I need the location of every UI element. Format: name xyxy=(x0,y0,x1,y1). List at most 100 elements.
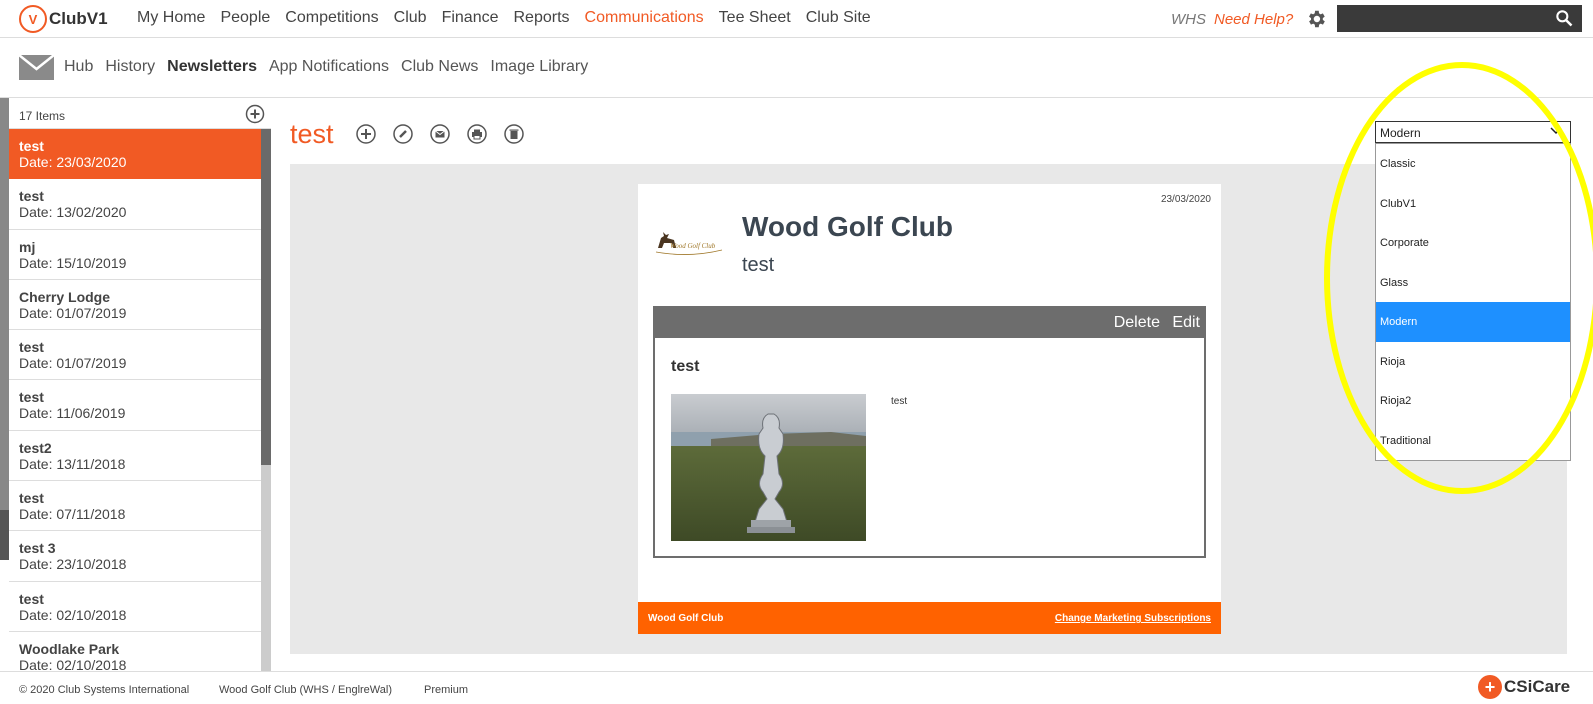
template-option-traditional[interactable]: Traditional xyxy=(1376,421,1570,461)
list-item[interactable]: test2 Date: 13/11/2018 xyxy=(9,431,261,482)
list-item-title: test xyxy=(19,339,44,356)
newsletter-toolbar: test xyxy=(290,118,525,150)
plus-icon: + xyxy=(1478,675,1502,699)
list-item-title: test xyxy=(19,590,44,607)
article-heading: test xyxy=(671,358,700,375)
list-item[interactable]: test Date: 23/03/2020 xyxy=(9,129,261,180)
template-select[interactable]: Modern xyxy=(1375,121,1571,143)
csicare-text: CSiCare xyxy=(1504,677,1571,696)
logo-badge: V xyxy=(19,5,47,33)
page-footer: © 2020 Club Systems International Wood G… xyxy=(0,671,1593,704)
nav-item-club[interactable]: Club xyxy=(394,9,427,27)
nav-item-my-home[interactable]: My Home xyxy=(137,9,205,27)
article-toolbar: Delete Edit xyxy=(655,308,1204,338)
list-item-date: Date: 23/03/2020 xyxy=(19,154,127,170)
list-item-date: Date: 11/06/2019 xyxy=(19,405,126,422)
list-item[interactable]: test Date: 01/07/2019 xyxy=(9,330,261,381)
csicare-logo[interactable]: + CSiCare xyxy=(1478,673,1570,701)
list-item[interactable]: test Date: 02/10/2018 xyxy=(9,582,261,632)
club-logo-text: Wood Golf Club xyxy=(670,242,716,250)
newsletter-title: test xyxy=(290,118,334,149)
template-select-value: Modern xyxy=(1380,126,1421,140)
list-item[interactable]: Woodlake Park Date: 02/10/2018 xyxy=(9,632,261,671)
list-item-title: test 3 xyxy=(19,540,56,557)
newsletter-subtitle: test xyxy=(742,254,775,276)
template-option-classic[interactable]: Classic xyxy=(1376,144,1570,184)
add-newsletter-icon[interactable] xyxy=(245,104,265,124)
delete-icon[interactable] xyxy=(503,123,525,145)
list-item[interactable]: Cherry Lodge Date: 01/07/2019 xyxy=(9,280,261,331)
nav-item-people[interactable]: People xyxy=(220,9,270,27)
list-item-title: test xyxy=(19,138,44,154)
list-item-date: Date: 13/02/2020 xyxy=(19,204,127,221)
article-body: test xyxy=(891,396,908,407)
list-header: 17 Items xyxy=(9,99,271,129)
email-icon[interactable] xyxy=(429,123,451,145)
communications-subnav: Hub History Newsletters App Notifications Cl… xyxy=(0,38,1593,98)
newsletter-list-pane: 17 Items test Date: 23/03/2020 test Date: 1… xyxy=(9,99,271,671)
item-count: 17 Items xyxy=(19,109,66,123)
template-option-clubv1[interactable]: ClubV1 xyxy=(1376,184,1570,224)
template-option-modern[interactable]: Modern xyxy=(1376,302,1570,342)
article-delete-button[interactable]: Delete xyxy=(1114,314,1160,331)
envelope-icon xyxy=(19,55,54,80)
list-item[interactable]: test Date: 13/02/2020 xyxy=(9,179,261,230)
subnav-item-app-notifications[interactable]: App Notifications xyxy=(269,58,389,75)
print-icon[interactable] xyxy=(466,123,488,145)
list-item-title: test xyxy=(19,188,44,205)
gear-icon[interactable] xyxy=(1305,8,1327,30)
nav-item-club-site[interactable]: Club Site xyxy=(806,9,871,27)
subnav-item-image-library[interactable]: Image Library xyxy=(490,58,588,75)
template-options-menu: Classic ClubV1 Corporate Glass Modern Rioja Ri… xyxy=(1375,143,1571,461)
list-item-date: Date: 02/10/2018 xyxy=(19,656,127,671)
newsletter-paper: 23/03/2020 Wood Golf Club Wood Golf Club… xyxy=(638,184,1221,634)
list-item-title: test2 xyxy=(19,439,52,456)
template-option-rioja[interactable]: Rioja xyxy=(1376,342,1570,382)
subnav-item-history[interactable]: History xyxy=(105,58,155,75)
list-item-date: Date: 01/07/2019 xyxy=(19,355,127,372)
nav-item-reports[interactable]: Reports xyxy=(513,9,569,27)
newsletter-date: 23/03/2020 xyxy=(1160,194,1211,205)
list-item-date: Date: 13/11/2018 xyxy=(19,455,126,472)
search-input[interactable] xyxy=(1343,8,1543,28)
clubv1-logo[interactable]: V ClubV1 xyxy=(19,4,108,34)
subnav-item-newsletters[interactable]: Newsletters xyxy=(167,58,257,75)
club-logo: Wood Golf Club xyxy=(655,232,723,255)
template-option-corporate[interactable]: Corporate xyxy=(1376,223,1570,263)
whs-label[interactable]: WHS xyxy=(1171,11,1206,28)
need-help-link[interactable]: Need Help? xyxy=(1214,11,1293,28)
list-item[interactable]: test 3 Date: 23/10/2018 xyxy=(9,531,261,582)
search-icon[interactable] xyxy=(1554,8,1574,28)
newsletter-footer-club: Wood Golf Club xyxy=(648,613,724,624)
add-icon[interactable] xyxy=(355,123,377,145)
list-scrollbar-thumb[interactable] xyxy=(261,129,271,465)
tier-text: Premium xyxy=(424,684,469,696)
newsletter-footer-bar: Wood Golf Club Change Marketing Subscrip… xyxy=(638,602,1221,634)
template-option-rioja2[interactable]: Rioja2 xyxy=(1376,381,1570,421)
nav-item-tee-sheet[interactable]: Tee Sheet xyxy=(719,9,791,27)
nav-item-finance[interactable]: Finance xyxy=(442,9,499,27)
edit-icon[interactable] xyxy=(392,123,414,145)
list-item-title: test xyxy=(19,490,44,507)
template-option-glass[interactable]: Glass xyxy=(1376,263,1570,303)
article-block: Delete Edit test test xyxy=(653,306,1206,558)
change-subscriptions-link[interactable]: Change Marketing Subscriptions xyxy=(1055,613,1211,624)
list-scroll: test Date: 23/03/2020 test Date: 13/02/2020… xyxy=(9,129,271,671)
list-item[interactable]: test Date: 11/06/2019 xyxy=(9,380,261,431)
list-item-date: Date: 07/11/2018 xyxy=(19,506,126,523)
list-item-title: Woodlake Park xyxy=(19,640,120,657)
list-item-date: Date: 02/10/2018 xyxy=(19,606,127,623)
logo-text: ClubV1 xyxy=(49,9,108,28)
club-info-text: Wood Golf Club (WHS / EnglreWal) xyxy=(219,684,392,696)
left-edge-bar-dark xyxy=(0,510,9,560)
nav-item-communications[interactable]: Communications xyxy=(585,9,704,27)
nav-item-competitions[interactable]: Competitions xyxy=(285,9,378,27)
subnav-item-club-news[interactable]: Club News xyxy=(401,58,478,75)
chevron-down-icon xyxy=(1550,127,1562,135)
copyright-text: © 2020 Club Systems International xyxy=(19,684,190,696)
article-edit-button[interactable]: Edit xyxy=(1172,314,1200,331)
list-item[interactable]: mj Date: 15/10/2019 xyxy=(9,230,261,280)
list-item-title: mj xyxy=(19,238,36,255)
subnav-item-hub[interactable]: Hub xyxy=(64,58,93,75)
list-item[interactable]: test Date: 07/11/2018 xyxy=(9,481,261,532)
